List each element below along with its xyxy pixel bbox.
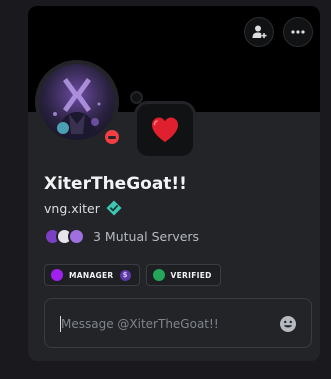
role-color-dot xyxy=(51,269,63,281)
status-indicator-dnd xyxy=(101,126,123,148)
add-friend-icon xyxy=(252,25,267,39)
role-color-dot xyxy=(152,269,165,281)
role-dollar-icon: $ xyxy=(119,269,131,281)
role-verified[interactable]: VERIFIED xyxy=(145,264,221,286)
more-options-icon xyxy=(291,30,305,34)
message-input[interactable] xyxy=(61,314,261,334)
emoji-picker-icon[interactable] xyxy=(279,315,297,333)
username[interactable]: vng.xiter xyxy=(44,201,100,216)
display-name: XiterTheGoat!! xyxy=(44,174,187,194)
mutual-server-icons xyxy=(44,228,85,245)
more-options-button[interactable] xyxy=(283,17,313,47)
verified-badge-icon[interactable] xyxy=(106,200,122,216)
role-label: VERIFIED xyxy=(170,270,212,280)
mutual-servers-row[interactable]: 3 Mutual Servers xyxy=(44,228,199,245)
roles-list: MANAGER $ VERIFIED xyxy=(44,264,221,286)
role-label: MANAGER xyxy=(69,270,114,280)
message-box[interactable] xyxy=(44,298,312,348)
custom-status-bubble[interactable] xyxy=(134,101,196,159)
mutual-servers-label: 3 Mutual Servers xyxy=(93,229,200,244)
server-icon xyxy=(68,228,85,245)
profile-card: XiterTheGoat!! vng.xiter 3 Mutual Server… xyxy=(28,6,320,361)
add-friend-button[interactable] xyxy=(244,17,274,47)
dnd-icon xyxy=(105,130,119,144)
heart-icon xyxy=(152,117,178,142)
role-manager[interactable]: MANAGER $ xyxy=(44,264,140,286)
username-row: vng.xiter xyxy=(44,200,122,216)
